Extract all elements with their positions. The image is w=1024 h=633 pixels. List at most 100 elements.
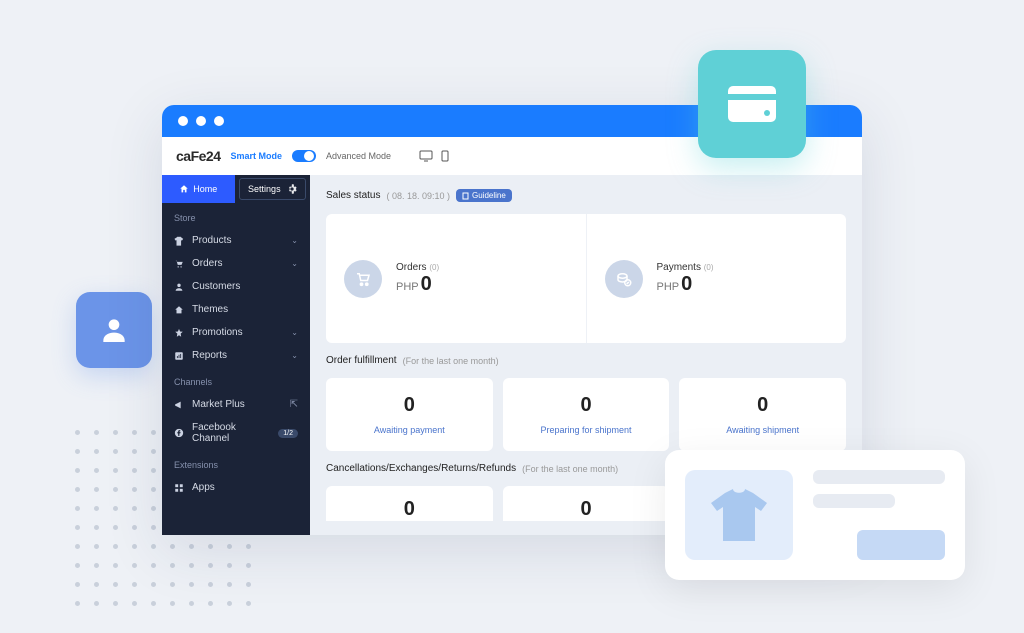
sidebar: Home Settings Store Products ⌄ Orders ⌄ — [162, 175, 310, 535]
external-icon: ⇱ — [290, 399, 298, 410]
user-float-card — [76, 292, 152, 368]
cer-value: 0 — [513, 498, 660, 521]
sidebar-item-label: Orders — [192, 258, 283, 269]
mobile-icon[interactable] — [441, 150, 449, 162]
cart-icon — [354, 270, 372, 288]
sales-status-header: Sales status ( 08. 18. 09:10 ) Guideline — [326, 189, 846, 202]
guideline-label: Guideline — [472, 191, 506, 200]
settings-label: Settings — [248, 184, 281, 194]
sidebar-item-customers[interactable]: Customers — [162, 275, 310, 298]
sidebar-item-label: Apps — [192, 482, 298, 493]
tshirt-icon — [174, 236, 184, 246]
sidebar-item-marketplus[interactable]: Market Plus ⇱ — [162, 393, 310, 416]
fulfill-card-preparing[interactable]: 0 Preparing for shipment — [503, 378, 670, 451]
product-float-lines — [813, 470, 945, 560]
logo: caFe24 — [176, 148, 220, 164]
chevron-down-icon: ⌄ — [291, 259, 298, 268]
orders-value: 0 — [421, 273, 432, 296]
star-icon — [174, 328, 184, 338]
sidebar-item-label: Customers — [192, 281, 298, 292]
orders-currency: PHP — [396, 281, 419, 293]
placeholder-button — [857, 530, 945, 560]
payments-currency: PHP — [657, 281, 680, 293]
mode-toggle[interactable] — [292, 150, 316, 162]
sidebar-item-label: Promotions — [192, 327, 283, 338]
sidebar-tab-settings[interactable]: Settings — [239, 178, 306, 200]
sidebar-item-facebook[interactable]: Facebook Channel 1/2 — [162, 416, 310, 450]
fulfill-value: 0 — [336, 394, 483, 417]
orders-card[interactable]: Orders (0) PHP 0 — [326, 214, 586, 343]
payments-value: 0 — [681, 273, 692, 296]
sidebar-tab-home[interactable]: Home — [162, 175, 235, 203]
home-label: Home — [193, 184, 217, 194]
window-dot[interactable] — [214, 116, 224, 126]
fulfill-card-awaiting-payment[interactable]: 0 Awaiting payment — [326, 378, 493, 451]
sidebar-section-channels: Channels — [162, 367, 310, 393]
sales-status-title: Sales status — [326, 190, 380, 201]
orders-label: Orders — [396, 262, 427, 273]
placeholder-line — [813, 494, 895, 508]
payment-icon — [615, 270, 633, 288]
orders-icon-circle — [344, 260, 382, 298]
megaphone-icon — [174, 400, 184, 410]
window-dot[interactable] — [196, 116, 206, 126]
gear-icon — [287, 184, 297, 194]
doc-icon — [462, 192, 469, 200]
sidebar-item-products[interactable]: Products ⌄ — [162, 229, 310, 252]
home-icon — [174, 305, 184, 315]
sidebar-item-label: Products — [192, 235, 283, 246]
fulfillment-sub: (For the last one month) — [403, 356, 499, 366]
sidebar-section-store: Store — [162, 203, 310, 229]
user-icon — [174, 282, 184, 292]
sidebar-item-apps[interactable]: Apps — [162, 476, 310, 499]
fulfill-label: Preparing for shipment — [513, 425, 660, 435]
sidebar-item-orders[interactable]: Orders ⌄ — [162, 252, 310, 275]
fulfill-value: 0 — [513, 394, 660, 417]
sidebar-item-reports[interactable]: Reports ⌄ — [162, 344, 310, 367]
credit-card-icon — [728, 86, 776, 122]
advanced-mode-label[interactable]: Advanced Mode — [326, 151, 391, 161]
sidebar-item-promotions[interactable]: Promotions ⌄ — [162, 321, 310, 344]
fulfill-value: 0 — [689, 394, 836, 417]
payments-icon-circle — [605, 260, 643, 298]
apps-icon — [174, 483, 184, 493]
product-thumb — [685, 470, 793, 560]
cer-sub: (For the last one month) — [522, 464, 618, 474]
chevron-down-icon: ⌄ — [291, 351, 298, 360]
orders-count: (0) — [429, 263, 439, 272]
desktop-icon[interactable] — [419, 150, 433, 162]
sidebar-item-label: Reports — [192, 350, 283, 361]
fulfillment-header: Order fulfillment (For the last one mont… — [326, 355, 846, 366]
cer-card[interactable]: 0 — [503, 486, 670, 521]
cer-title: Cancellations/Exchanges/Returns/Refunds — [326, 463, 516, 474]
report-icon — [174, 351, 184, 361]
sidebar-item-label: Facebook Channel — [192, 422, 270, 444]
fulfill-label: Awaiting shipment — [689, 425, 836, 435]
payments-card[interactable]: Payments (0) PHP 0 — [586, 214, 847, 343]
fulfill-card-awaiting-shipment[interactable]: 0 Awaiting shipment — [679, 378, 846, 451]
cer-card[interactable]: 0 — [326, 486, 493, 521]
sidebar-item-label: Themes — [192, 304, 298, 315]
user-icon — [98, 314, 130, 346]
fulfill-label: Awaiting payment — [336, 425, 483, 435]
guideline-badge[interactable]: Guideline — [456, 189, 512, 202]
cer-value: 0 — [336, 498, 483, 521]
payments-count: (0) — [704, 263, 714, 272]
payments-label: Payments — [657, 262, 701, 273]
sidebar-item-themes[interactable]: Themes — [162, 298, 310, 321]
sidebar-item-label: Market Plus — [192, 399, 282, 410]
sales-status-timestamp: ( 08. 18. 09:10 ) — [386, 191, 450, 201]
smart-mode-label[interactable]: Smart Mode — [230, 151, 282, 161]
placeholder-line — [813, 470, 945, 484]
card-float-card — [698, 50, 806, 158]
tshirt-icon — [711, 489, 767, 541]
window-dot[interactable] — [178, 116, 188, 126]
fulfillment-title: Order fulfillment — [326, 355, 397, 366]
home-icon — [179, 184, 189, 194]
chevron-down-icon: ⌄ — [291, 236, 298, 245]
chevron-down-icon: ⌄ — [291, 328, 298, 337]
product-float-card — [665, 450, 965, 580]
sidebar-badge: 1/2 — [278, 429, 298, 438]
cart-icon — [174, 259, 184, 269]
sidebar-section-extensions: Extensions — [162, 450, 310, 476]
